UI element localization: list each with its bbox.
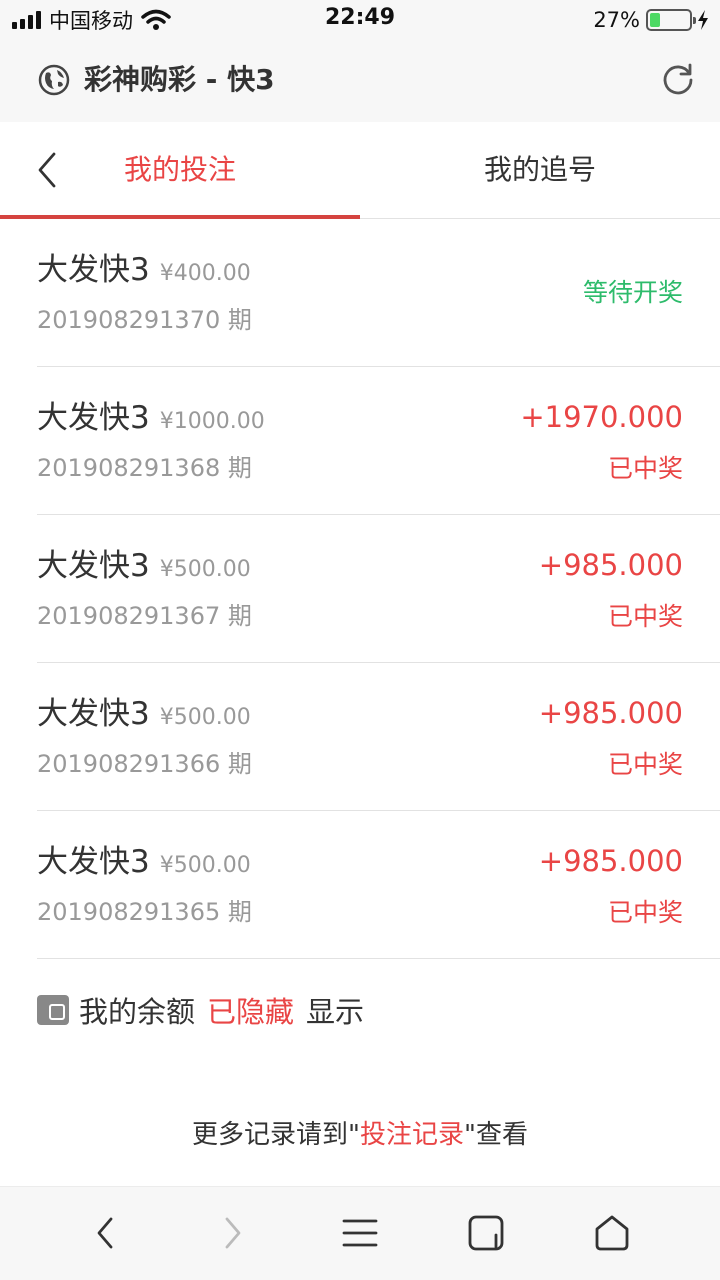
stake-amount: ¥1000.00	[159, 409, 265, 434]
stake-amount: ¥500.00	[159, 557, 251, 582]
game-name: 大发快3	[37, 844, 150, 880]
period-number: 201908291368 期	[37, 454, 252, 482]
bet-status: 等待开奖	[582, 278, 683, 307]
home-icon[interactable]	[592, 1213, 632, 1253]
browser-bar: 彩神购彩 - 快3	[0, 40, 720, 122]
game-name: 大发快3	[37, 696, 150, 732]
period-number: 201908291370 期	[37, 306, 252, 334]
more-records-note: 更多记录请到"投注记录"查看	[0, 1115, 720, 1155]
globe-icon	[38, 64, 70, 96]
charging-icon	[698, 10, 708, 30]
back-arrow-icon[interactable]	[32, 150, 62, 190]
show-balance-button[interactable]: 显示	[306, 989, 364, 1031]
bet-list: 大发快3 ¥400.00 201908291370 期 等待开奖 大发快3 ¥100…	[0, 219, 720, 959]
wifi-icon	[141, 9, 171, 30]
menu-icon[interactable]	[340, 1213, 380, 1253]
forward-icon[interactable]	[212, 1213, 252, 1253]
bet-row[interactable]: 大发快3 ¥500.00 201908291365 期 +985.000 已中奖	[37, 811, 720, 959]
tab-my-bets-label: 我的投注	[123, 153, 236, 186]
signal-icon	[12, 11, 41, 29]
note-prefix: 更多记录请到"	[192, 1120, 360, 1150]
reload-icon[interactable]	[660, 62, 696, 98]
period-number: 201908291366 期	[37, 750, 252, 778]
back-icon[interactable]	[86, 1213, 126, 1253]
period-number: 201908291365 期	[37, 898, 252, 926]
period-number: 201908291367 期	[37, 602, 252, 630]
battery-fill	[650, 13, 660, 27]
bet-status: 已中奖	[607, 602, 683, 631]
balance-hidden-text: 已隐藏	[207, 995, 295, 1029]
bet-status: 已中奖	[607, 750, 683, 779]
wallet-icon	[37, 995, 69, 1025]
game-name: 大发快3	[37, 252, 150, 288]
stake-amount: ¥500.00	[159, 705, 251, 730]
win-amount: +1970.000	[520, 400, 683, 434]
battery-icon	[646, 9, 696, 31]
battery-percent: 27%	[593, 8, 640, 32]
bet-row[interactable]: 大发快3 ¥500.00 201908291366 期 +985.000 已中奖	[37, 663, 720, 811]
tab-bar: 我的投注 我的追号	[0, 122, 720, 219]
win-amount: +985.000	[538, 548, 683, 582]
tab-my-chase[interactable]: 我的追号	[360, 122, 720, 218]
bet-status: 已中奖	[607, 898, 683, 927]
stake-amount: ¥500.00	[159, 853, 251, 878]
tabs-icon[interactable]	[466, 1213, 506, 1253]
game-name: 大发快3	[37, 400, 150, 436]
balance-label: 我的余额	[79, 995, 196, 1029]
status-bar: 中国移动 22:49 27%	[0, 0, 720, 40]
game-name: 大发快3	[37, 548, 150, 584]
balance-section: 我的余额 已隐藏 显示	[37, 990, 364, 1030]
bet-row[interactable]: 大发快3 ¥500.00 201908291367 期 +985.000 已中奖	[37, 515, 720, 663]
browser-toolbar	[0, 1186, 720, 1280]
bet-row[interactable]: 大发快3 ¥400.00 201908291370 期 等待开奖	[37, 219, 720, 367]
bet-row[interactable]: 大发快3 ¥1000.00 201908291368 期 +1970.000 已中…	[37, 367, 720, 515]
win-amount: +985.000	[538, 844, 683, 878]
page-title: 彩神购彩 - 快3	[84, 63, 275, 96]
note-suffix: "查看	[464, 1120, 528, 1150]
carrier-name: 中国移动	[49, 9, 133, 33]
bet-records-link[interactable]: 投注记录	[360, 1120, 464, 1150]
stake-amount: ¥400.00	[159, 261, 251, 286]
tab-my-chase-label: 我的追号	[483, 153, 596, 186]
win-amount: +985.000	[538, 696, 683, 730]
bet-status: 已中奖	[607, 454, 683, 483]
